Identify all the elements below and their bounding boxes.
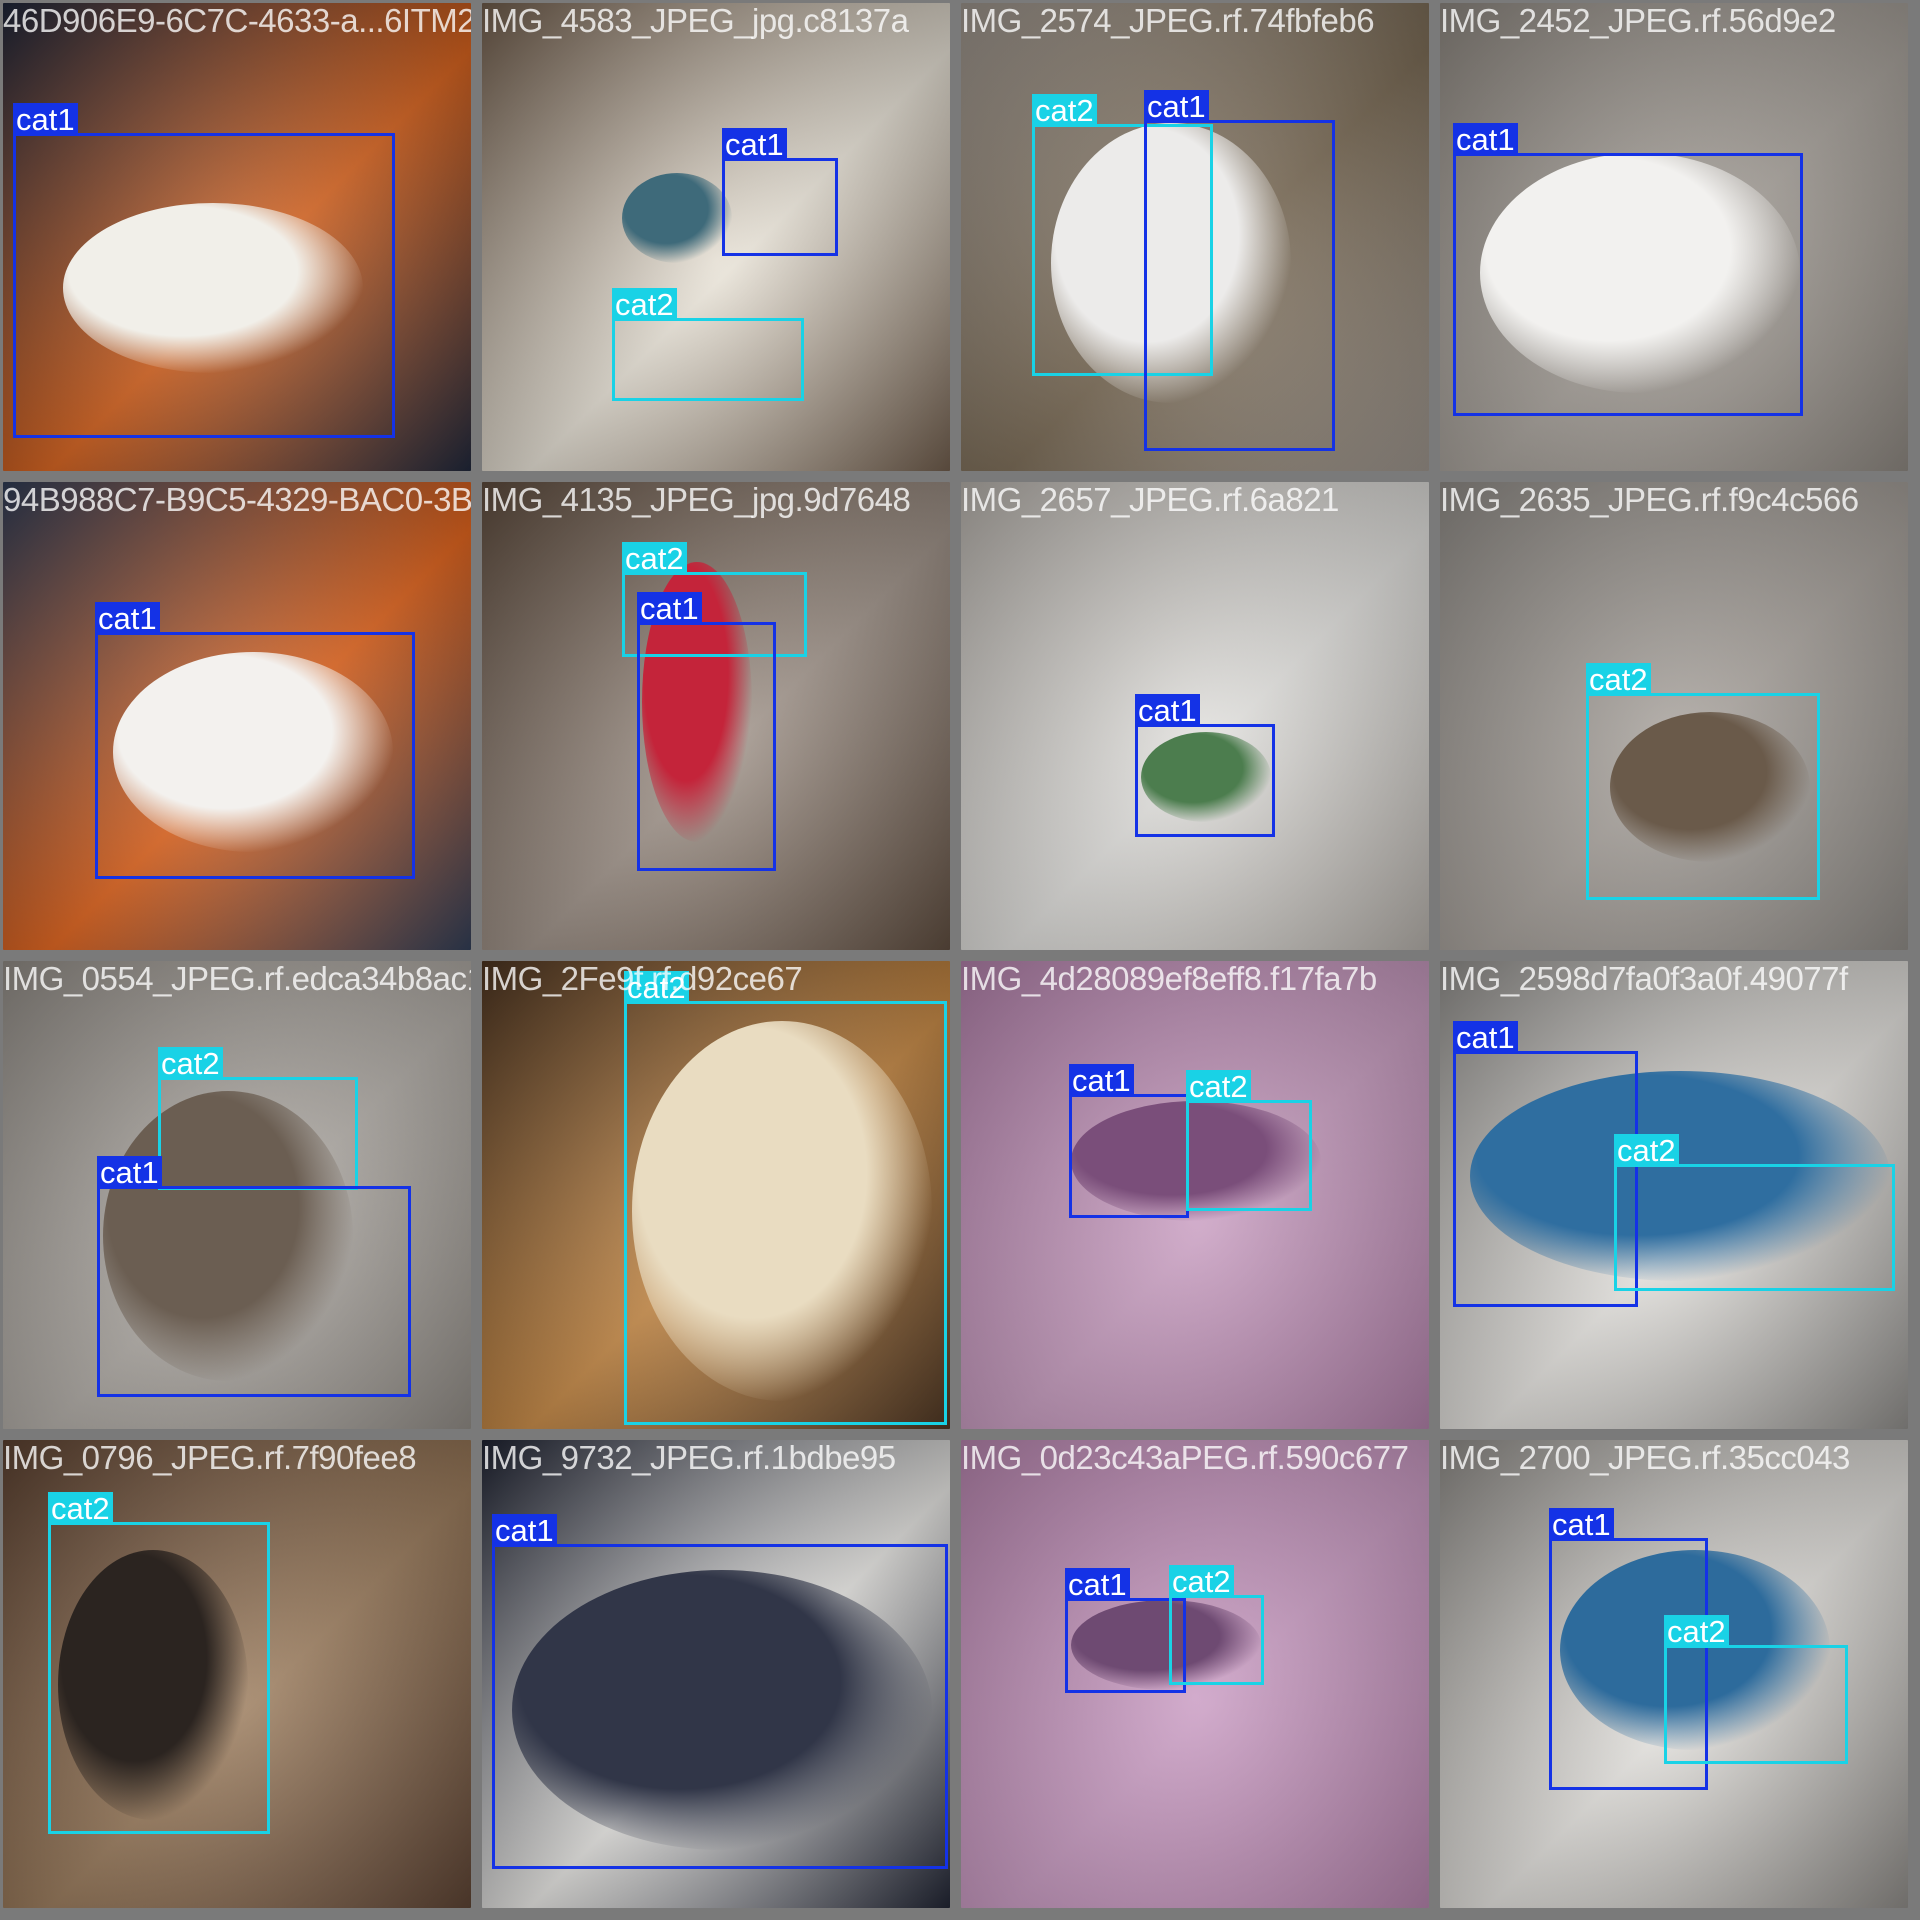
bounding-box-cat2: cat2 bbox=[48, 1492, 270, 1834]
image-tile: IMG_9732_JPEG.rf.1bdbe95 cat1 bbox=[482, 1440, 950, 1908]
image-filename: IMG_2598d7fa0f3a0f.49077f bbox=[1440, 961, 1848, 997]
bounding-box-cat1: cat1 bbox=[1453, 1021, 1638, 1307]
image-filename: IMG_0d23c43aPEG.rf.590c677 bbox=[961, 1440, 1409, 1476]
class-label: cat1 bbox=[1144, 90, 1209, 123]
bounding-box-cat1: cat1 bbox=[1065, 1568, 1186, 1693]
bounding-box-cat2: cat2 bbox=[1586, 663, 1820, 900]
bounding-box-cat1: cat1 bbox=[637, 592, 776, 871]
image-tile: IMG_2598d7fa0f3a0f.49077f cat1 cat2 bbox=[1440, 961, 1908, 1429]
image-filename: IMG_4d28089ef8eff8.f17fa7b bbox=[961, 961, 1377, 997]
class-label: cat2 bbox=[1586, 663, 1651, 696]
class-label: cat1 bbox=[637, 592, 702, 625]
class-label: cat2 bbox=[1169, 1565, 1234, 1598]
image-tile: IMG_4583_JPEG_jpg.c8137a cat1 cat2 bbox=[482, 3, 950, 471]
class-label: cat1 bbox=[1065, 1568, 1130, 1601]
image-tile: IMG_4135_JPEG_jpg.9d7648 cat2 cat1 bbox=[482, 482, 950, 950]
bounding-box-cat1: cat1 bbox=[95, 602, 415, 879]
image-filename: IMG_2657_JPEG.rf.6a821 bbox=[961, 482, 1339, 518]
bounding-box-cat1: cat1 bbox=[1453, 123, 1803, 416]
bounding-box-cat1: cat1 bbox=[492, 1514, 948, 1869]
image-filename: IMG_0554_JPEG.rf.edca34b8ac14 bbox=[3, 961, 471, 997]
image-filename: IMG_0796_JPEG.rf.7f90fee8 bbox=[3, 1440, 417, 1476]
class-label: cat2 bbox=[1664, 1615, 1729, 1648]
bounding-box-cat2: cat2 bbox=[1186, 1070, 1312, 1211]
bounding-box-cat2: cat2 bbox=[1614, 1134, 1895, 1291]
class-label: cat2 bbox=[48, 1492, 113, 1525]
bounding-box-cat1: cat1 bbox=[1135, 694, 1275, 837]
class-label: cat1 bbox=[1069, 1064, 1134, 1097]
image-filename: IMG_2574_JPEG.rf.74fbfeb6 bbox=[961, 3, 1375, 39]
image-filename: IMG_2700_JPEG.rf.35cc043 bbox=[1440, 1440, 1850, 1476]
image-tile: IMG_2Fe9f.rf.d92ce67 cat2 bbox=[482, 961, 950, 1429]
bounding-box-cat2: cat2 bbox=[612, 288, 804, 401]
class-label: cat1 bbox=[1453, 1021, 1518, 1054]
cat-photo-region bbox=[622, 173, 732, 263]
image-filename: 46D906E9-6C7C-4633-a...6ITM20409C9PEG_jp… bbox=[3, 3, 471, 39]
image-tile: IMG_0d23c43aPEG.rf.590c677 cat1 cat2 bbox=[961, 1440, 1429, 1908]
bounding-box-cat2: cat2 bbox=[1664, 1615, 1848, 1764]
bounding-box-cat2: cat2 bbox=[158, 1047, 358, 1190]
bounding-box-cat1: cat1 bbox=[13, 103, 395, 438]
class-label: cat2 bbox=[1186, 1070, 1251, 1103]
class-label: cat1 bbox=[95, 602, 160, 635]
class-label: cat2 bbox=[612, 288, 677, 321]
class-label: cat2 bbox=[1032, 94, 1097, 127]
image-tile: IMG_2452_JPEG.rf.56d9e2 cat1 bbox=[1440, 3, 1908, 471]
bounding-box-cat1: cat1 bbox=[722, 128, 838, 256]
image-tile: 94B988C7-B9C5-4329-BAC0-3BD4C3566B3DF_jp… bbox=[3, 482, 471, 950]
class-label: cat1 bbox=[1453, 123, 1518, 156]
image-tile: 46D906E9-6C7C-4633-a...6ITM20409C9PEG_jp… bbox=[3, 3, 471, 471]
image-filename: IMG_4135_JPEG_jpg.9d7648 bbox=[482, 482, 911, 518]
bounding-box-cat1: cat1 bbox=[1144, 90, 1335, 451]
image-filename: 94B988C7-B9C5-4329-BAC0-3BD4C3566B3DF_jp… bbox=[3, 482, 471, 518]
bounding-box-cat1: cat1 bbox=[1069, 1064, 1189, 1218]
image-tile: IMG_2635_JPEG.rf.f9c4c566 cat2 bbox=[1440, 482, 1908, 950]
image-filename: IMG_2Fe9f.rf.d92ce67 bbox=[482, 961, 803, 997]
image-tile: IMG_0796_JPEG.rf.7f90fee8 cat2 bbox=[3, 1440, 471, 1908]
class-label: cat2 bbox=[158, 1047, 223, 1080]
image-filename: IMG_9732_JPEG.rf.1bdbe95 bbox=[482, 1440, 896, 1476]
class-label: cat2 bbox=[1614, 1134, 1679, 1167]
class-label: cat1 bbox=[97, 1156, 162, 1189]
image-filename: IMG_2635_JPEG.rf.f9c4c566 bbox=[1440, 482, 1859, 518]
image-tile: IMG_2574_JPEG.rf.74fbfeb6 cat2 cat1 bbox=[961, 3, 1429, 471]
bounding-box-cat2: cat2 bbox=[624, 971, 947, 1425]
image-tile: IMG_0554_JPEG.rf.edca34b8ac14 cat2 cat1 bbox=[3, 961, 471, 1429]
image-filename: IMG_2452_JPEG.rf.56d9e2 bbox=[1440, 3, 1836, 39]
class-label: cat1 bbox=[1549, 1508, 1614, 1541]
class-label: cat1 bbox=[13, 103, 78, 136]
bounding-box-cat2: cat2 bbox=[1169, 1565, 1264, 1685]
class-label: cat1 bbox=[1135, 694, 1200, 727]
image-tile: IMG_4d28089ef8eff8.f17fa7b cat1 cat2 bbox=[961, 961, 1429, 1429]
class-label: cat1 bbox=[722, 128, 787, 161]
detection-mosaic: 46D906E9-6C7C-4633-a...6ITM20409C9PEG_jp… bbox=[0, 0, 1920, 1920]
image-tile: IMG_2700_JPEG.rf.35cc043 cat1 cat2 bbox=[1440, 1440, 1908, 1908]
image-tile: IMG_2657_JPEG.rf.6a821 cat1 bbox=[961, 482, 1429, 950]
class-label: cat1 bbox=[492, 1514, 557, 1547]
image-filename: IMG_4583_JPEG_jpg.c8137a bbox=[482, 3, 909, 39]
bounding-box-cat1: cat1 bbox=[97, 1156, 411, 1397]
class-label: cat2 bbox=[622, 542, 687, 575]
